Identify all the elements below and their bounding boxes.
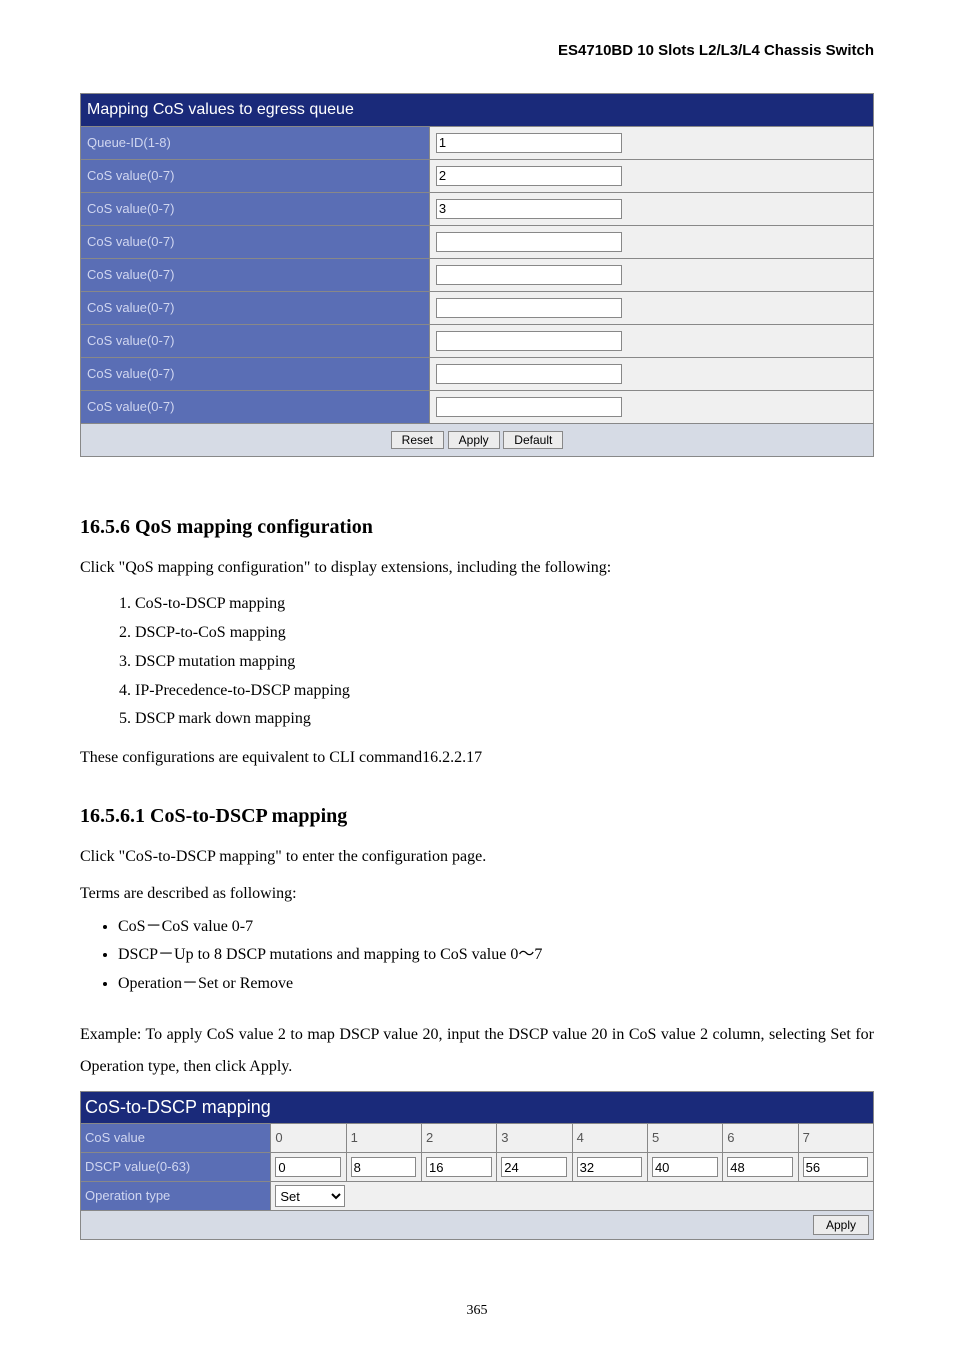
label-cos-6: CoS value(0-7) — [81, 324, 430, 357]
dscp-cell — [271, 1153, 346, 1182]
value-cell — [429, 291, 873, 324]
list-item: CoS-to-DSCP mapping — [135, 590, 874, 619]
section-list: CoS-to-DSCP mapping DSCP-to-CoS mapping … — [80, 590, 874, 734]
value-cell — [429, 159, 873, 192]
label-cos-4: CoS value(0-7) — [81, 258, 430, 291]
dscp-input-2[interactable] — [426, 1157, 492, 1177]
section-number: 16.5.6 — [80, 516, 130, 538]
bullet-list: CoS－CoS value 0-7 DSCP－Up to 8 DSCP muta… — [80, 913, 874, 999]
bullet-item: DSCP－Up to 8 DSCP mutations and mapping … — [118, 941, 874, 970]
operation-type-label: Operation type — [81, 1182, 271, 1211]
dscp-input-0[interactable] — [275, 1157, 341, 1177]
example-text: Example: To apply CoS value 2 to map DSC… — [80, 1019, 874, 1083]
value-cell — [429, 126, 873, 159]
dscp-cell — [421, 1153, 496, 1182]
value-cell — [429, 192, 873, 225]
label-cos-8: CoS value(0-7) — [81, 390, 430, 423]
input-cos-1[interactable] — [436, 166, 622, 186]
cos-val-6: 6 — [723, 1124, 798, 1153]
input-cos-4[interactable] — [436, 265, 622, 285]
bullet-item: Operation－Set or Remove — [118, 970, 874, 999]
value-cell — [429, 225, 873, 258]
section-heading: 16.5.6 QoS mapping configuration — [80, 512, 874, 542]
input-cos-5[interactable] — [436, 298, 622, 318]
value-cell — [429, 324, 873, 357]
dscp-input-6[interactable] — [727, 1157, 793, 1177]
dscp-cell — [798, 1153, 873, 1182]
subsection-title-text: CoS-to-DSCP mapping — [150, 805, 347, 827]
cos-val-1: 1 — [346, 1124, 421, 1153]
label-cos-2: CoS value(0-7) — [81, 192, 430, 225]
dscp-cell — [647, 1153, 722, 1182]
apply-button[interactable]: Apply — [448, 431, 500, 449]
label-cos-1: CoS value(0-7) — [81, 159, 430, 192]
dscp-input-5[interactable] — [652, 1157, 718, 1177]
dscp-input-7[interactable] — [803, 1157, 869, 1177]
reset-button[interactable]: Reset — [391, 431, 444, 449]
dscp-input-3[interactable] — [501, 1157, 567, 1177]
bullet-item: CoS－CoS value 0-7 — [118, 913, 874, 942]
cos-to-dscp-table: CoS-to-DSCP mapping CoS value 0 1 2 3 4 … — [80, 1091, 874, 1240]
table2-title: CoS-to-DSCP mapping — [81, 1092, 874, 1124]
page-number: 365 — [80, 1300, 874, 1321]
subsection-p2: Terms are described as following: — [80, 880, 874, 909]
list-item: DSCP-to-CoS mapping — [135, 619, 874, 648]
label-cos-7: CoS value(0-7) — [81, 357, 430, 390]
dscp-value-label: DSCP value(0-63) — [81, 1153, 271, 1182]
dscp-cell — [497, 1153, 572, 1182]
page-header: ES4710BD 10 Slots L2/L3/L4 Chassis Switc… — [80, 40, 874, 63]
cos-val-3: 3 — [497, 1124, 572, 1153]
apply-button-2[interactable]: Apply — [813, 1215, 869, 1235]
value-cell — [429, 357, 873, 390]
section-title-text: QoS mapping configuration — [135, 516, 373, 538]
subsection-heading: 16.5.6.1 CoS-to-DSCP mapping — [80, 801, 874, 831]
dscp-cell — [723, 1153, 798, 1182]
cos-val-2: 2 — [421, 1124, 496, 1153]
table1-title: Mapping CoS values to egress queue — [81, 93, 874, 126]
list-item: IP-Precedence-to-DSCP mapping — [135, 677, 874, 706]
label-queue-id: Queue-ID(1-8) — [81, 126, 430, 159]
operation-cell: Set — [271, 1182, 874, 1211]
default-button[interactable]: Default — [503, 431, 563, 449]
section-note: These configurations are equivalent to C… — [80, 744, 874, 773]
cos-val-5: 5 — [647, 1124, 722, 1153]
input-cos-7[interactable] — [436, 364, 622, 384]
cos-val-4: 4 — [572, 1124, 647, 1153]
subsection-number: 16.5.6.1 — [80, 805, 145, 827]
cos-val-0: 0 — [271, 1124, 346, 1153]
value-cell — [429, 258, 873, 291]
input-cos-3[interactable] — [436, 232, 622, 252]
operation-type-select[interactable]: Set — [275, 1185, 345, 1207]
list-item: DSCP mark down mapping — [135, 705, 874, 734]
mapping-cos-egress-table: Mapping CoS values to egress queue Queue… — [80, 93, 874, 457]
cos-val-7: 7 — [798, 1124, 873, 1153]
dscp-input-1[interactable] — [351, 1157, 417, 1177]
dscp-cell — [346, 1153, 421, 1182]
input-queue-id[interactable] — [436, 133, 622, 153]
button-row: Reset Apply Default — [81, 423, 874, 456]
input-cos-6[interactable] — [436, 331, 622, 351]
label-cos-5: CoS value(0-7) — [81, 291, 430, 324]
input-cos-2[interactable] — [436, 199, 622, 219]
subsection-p1: Click "CoS-to-DSCP mapping" to enter the… — [80, 843, 874, 872]
value-cell — [429, 390, 873, 423]
list-item: DSCP mutation mapping — [135, 648, 874, 677]
apply-row: Apply — [81, 1211, 874, 1240]
dscp-cell — [572, 1153, 647, 1182]
input-cos-8[interactable] — [436, 397, 622, 417]
label-cos-3: CoS value(0-7) — [81, 225, 430, 258]
cos-value-label: CoS value — [81, 1124, 271, 1153]
dscp-input-4[interactable] — [577, 1157, 643, 1177]
section-intro: Click "QoS mapping configuration" to dis… — [80, 554, 874, 583]
